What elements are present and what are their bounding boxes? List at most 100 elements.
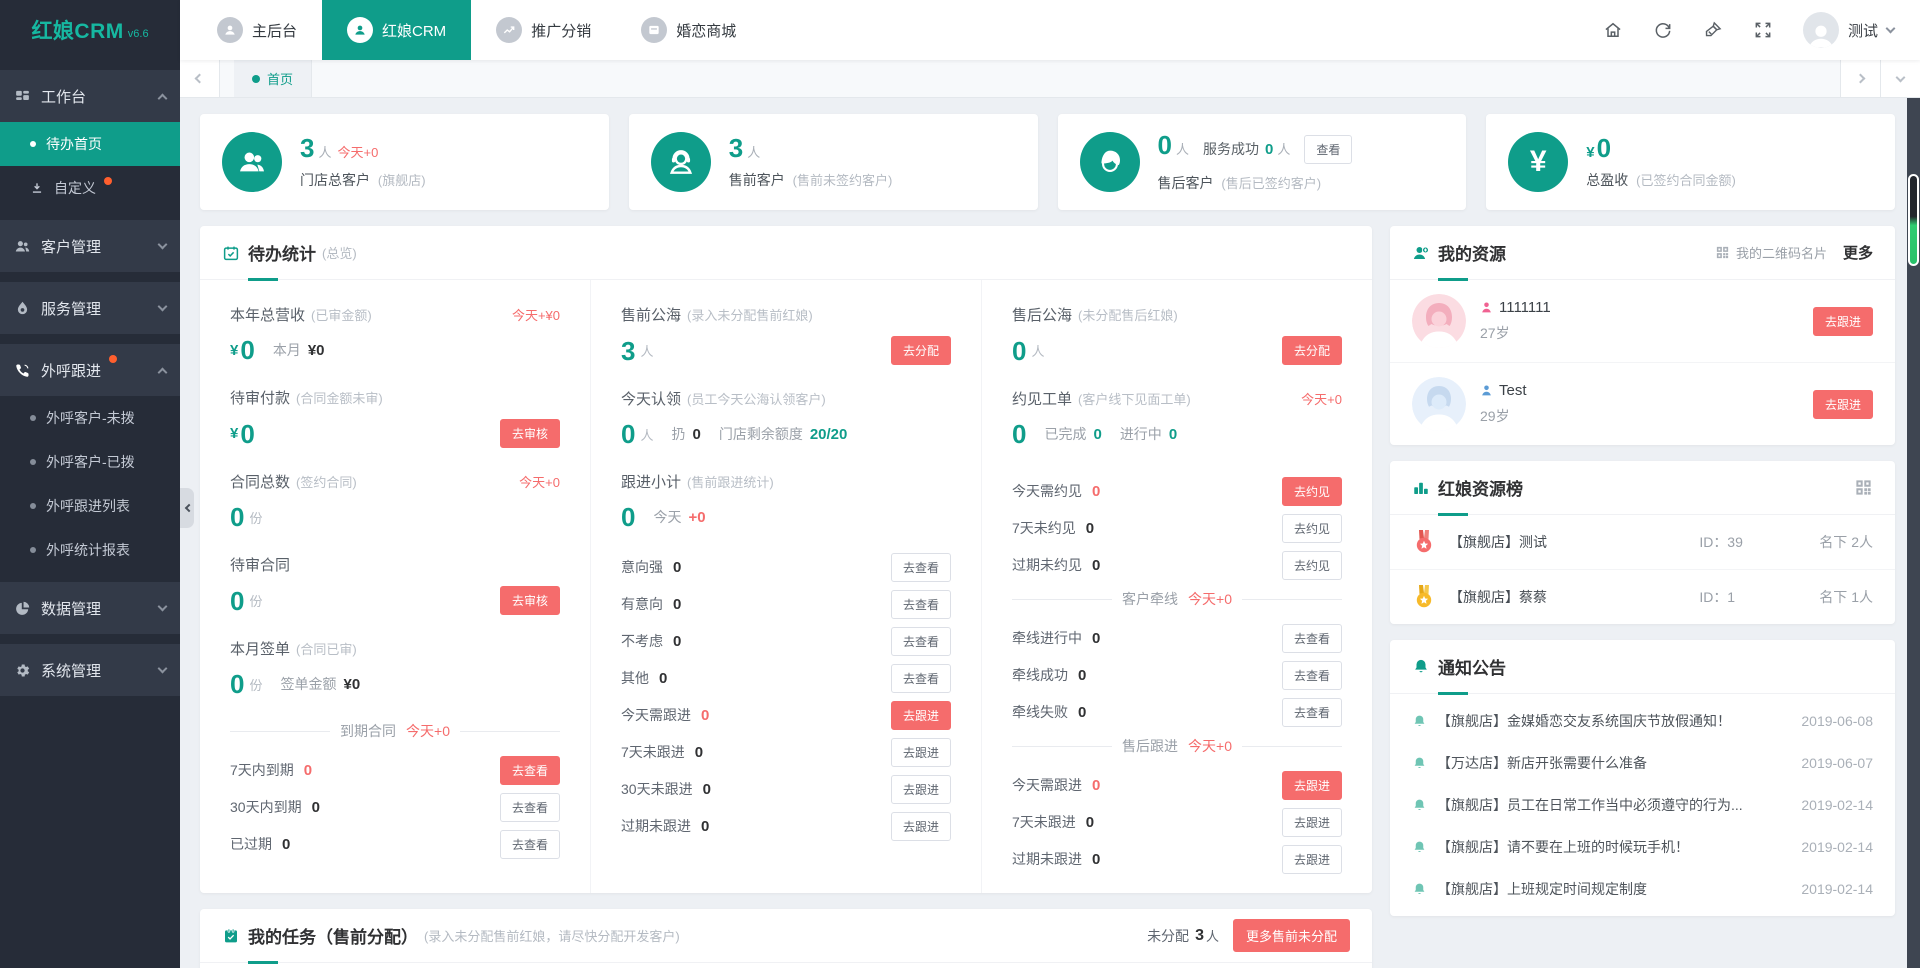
scrollbar-thumb[interactable] [1908,174,1919,266]
go-meet-button[interactable]: 去约见 [1282,514,1342,543]
todo-row: 牵线成功0去查看 [1012,662,1342,688]
go-follow-button[interactable]: 去跟进 [1813,390,1873,419]
sidebar-collapse-handle[interactable] [180,488,194,528]
refresh-icon[interactable] [1653,20,1673,40]
notice-row[interactable]: 【旗舰店】上班规定时间规定制度 2019-02-14 [1390,868,1895,910]
go-follow-button[interactable]: 去跟进 [891,775,951,804]
sidebar-group-workbench[interactable]: 工作台 [0,70,180,122]
chevron-down-icon [1886,24,1896,34]
go-follow-button[interactable]: 去跟进 [1813,307,1873,336]
sidebar-item-outbound-followlist[interactable]: 外呼跟进列表 [0,484,180,528]
stat-card-revenue[interactable]: ¥ ¥ 0 总盈收 (已签约合同金额) [1486,114,1895,210]
notice-date: 2019-02-14 [1801,797,1873,813]
go-follow-button[interactable]: 去跟进 [1282,845,1342,874]
go-follow-button[interactable]: 去跟进 [1282,771,1342,800]
more-link[interactable]: 更多 [1843,242,1873,263]
tabs-menu-toggle[interactable] [1880,60,1920,97]
rank-row[interactable]: 【旗舰店】蔡蔡 ID：1 名下 1人 [1390,570,1895,624]
sidebar-item-label: 自定义 [54,178,96,198]
sidebar-group-label: 工作台 [41,86,86,107]
workbench-icon [14,88,31,105]
sidebar-item-outbound-dialed[interactable]: 外呼客户-已拨 [0,440,180,484]
nav-tab-mall[interactable]: 婚恋商城 [616,0,761,60]
go-view-button[interactable]: 去查看 [500,793,560,822]
sidebar-item-label: 外呼跟进列表 [46,496,130,516]
todo-row: 其他0去查看 [621,665,951,691]
sidebar-item-outbound-undailed[interactable]: 外呼客户-未拨 [0,396,180,440]
user-menu[interactable]: 测试 [1803,12,1894,48]
resource-row[interactable]: Test 29岁 去跟进 [1390,363,1895,445]
crm-logo-icon [347,17,373,43]
go-view-button[interactable]: 去查看 [500,756,560,785]
go-follow-button[interactable]: 去跟进 [891,701,951,730]
go-follow-button[interactable]: 去跟进 [891,812,951,841]
nav-tab-crm[interactable]: 红娘CRM [322,0,471,60]
go-review-button[interactable]: 去审核 [500,419,560,448]
resource-age: 29岁 [1480,406,1527,426]
nav-tab-main-backend[interactable]: 主后台 [192,0,322,60]
resource-row[interactable]: 1111111 27岁 去跟进 [1390,280,1895,363]
home-icon[interactable] [1603,20,1623,40]
sidebar-group-data[interactable]: 数据管理 [0,582,180,634]
sidebar-group-outbound[interactable]: 外呼跟进 [0,344,180,396]
sidebar: 红娘CRM v6.6 工作台 待办首页 自定义 客户管理 服务管理 [0,0,180,968]
user-circle-icon [217,17,243,43]
sidebar-item-label: 外呼统计报表 [46,540,130,560]
fullscreen-icon[interactable] [1753,20,1773,40]
tabs-scroll-left[interactable] [180,60,220,97]
go-view-button[interactable]: 去查看 [891,553,951,582]
logo-version: v6.6 [128,28,149,40]
go-view-button[interactable]: 去查看 [891,627,951,656]
stat-value: 3 [300,135,314,161]
sidebar-item-outbound-report[interactable]: 外呼统计报表 [0,528,180,572]
go-view-button[interactable]: 去查看 [1282,661,1342,690]
rank-row[interactable]: 【旗舰店】测试 ID：39 名下 2人 [1390,515,1895,570]
nav-tab-promotion[interactable]: 推广分销 [471,0,616,60]
notice-row[interactable]: 【旗舰店】员工在日常工作当中必须遵守的行为... 2019-02-14 [1390,784,1895,826]
sidebar-item-todo-home[interactable]: 待办首页 [0,122,180,166]
go-view-button[interactable]: 去查看 [500,830,560,859]
sidebar-item-custom[interactable]: 自定义 [0,166,180,210]
view-button[interactable]: 查看 [1304,135,1352,164]
todo-row: 今天需约见0去约见 [1012,478,1342,504]
title-underline [1438,692,1468,695]
rank-qrcode-button[interactable] [1854,478,1873,497]
notice-date: 2019-02-14 [1801,881,1873,897]
notice-row[interactable]: 【旗舰店】请不要在上班的时候玩手机！ 2019-02-14 [1390,826,1895,868]
tab-home[interactable]: 首页 [234,60,312,97]
sidebar-group-customers[interactable]: 客户管理 [0,220,180,272]
rank-id: ID：39 [1699,532,1819,552]
go-view-button[interactable]: 去查看 [891,664,951,693]
go-review-button[interactable]: 去审核 [500,586,560,615]
go-meet-button[interactable]: 去约见 [1282,477,1342,506]
go-assign-button[interactable]: 去分配 [1282,336,1342,365]
todo-row: 牵线进行中0去查看 [1012,625,1342,651]
stat-card-store-customers[interactable]: 3 人 今天+0 门店总客户 (旗舰店) [200,114,609,210]
go-assign-button[interactable]: 去分配 [891,336,951,365]
go-follow-button[interactable]: 去跟进 [1282,808,1342,837]
stat-cards-row: 3 人 今天+0 门店总客户 (旗舰店) 3 [200,114,1895,210]
sidebar-group-system[interactable]: 系统管理 [0,644,180,696]
more-unassigned-button[interactable]: 更多售前未分配 [1233,919,1350,952]
go-view-button[interactable]: 去查看 [1282,624,1342,653]
notification-dot [109,355,117,363]
panel-title: 红娘资源榜 [1438,475,1523,500]
todo-row: 意向强0去查看 [621,554,951,580]
go-follow-button[interactable]: 去跟进 [891,738,951,767]
clean-icon[interactable] [1703,20,1723,40]
vertical-scrollbar[interactable] [1907,98,1920,968]
nav-tab-label: 红娘CRM [382,20,446,41]
page-tabs-bar: 首页 [180,60,1920,98]
go-meet-button[interactable]: 去约见 [1282,551,1342,580]
notice-row[interactable]: 【旗舰店】金媒婚恋交友系统国庆节放假通知！ 2019-06-08 [1390,700,1895,742]
tabs-scroll-right[interactable] [1840,60,1880,97]
go-view-button[interactable]: 去查看 [891,590,951,619]
my-qrcode-card-link[interactable]: 我的二维码名片 [1715,243,1827,262]
go-view-button[interactable]: 去查看 [1282,698,1342,727]
sidebar-group-service[interactable]: 服务管理 [0,282,180,334]
resource-name: 1111111 [1499,299,1551,316]
stat-card-presale-customers[interactable]: 3 人 售前客户 (售前未签约客户) [629,114,1038,210]
stat-card-aftersale-customers[interactable]: 0 人 服务成功 0 人 查看 售后客户 (售后已签约客户) [1058,114,1467,210]
notice-row[interactable]: 【万达店】新店开张需要什么准备 2019-06-07 [1390,742,1895,784]
custom-icon [30,181,44,195]
